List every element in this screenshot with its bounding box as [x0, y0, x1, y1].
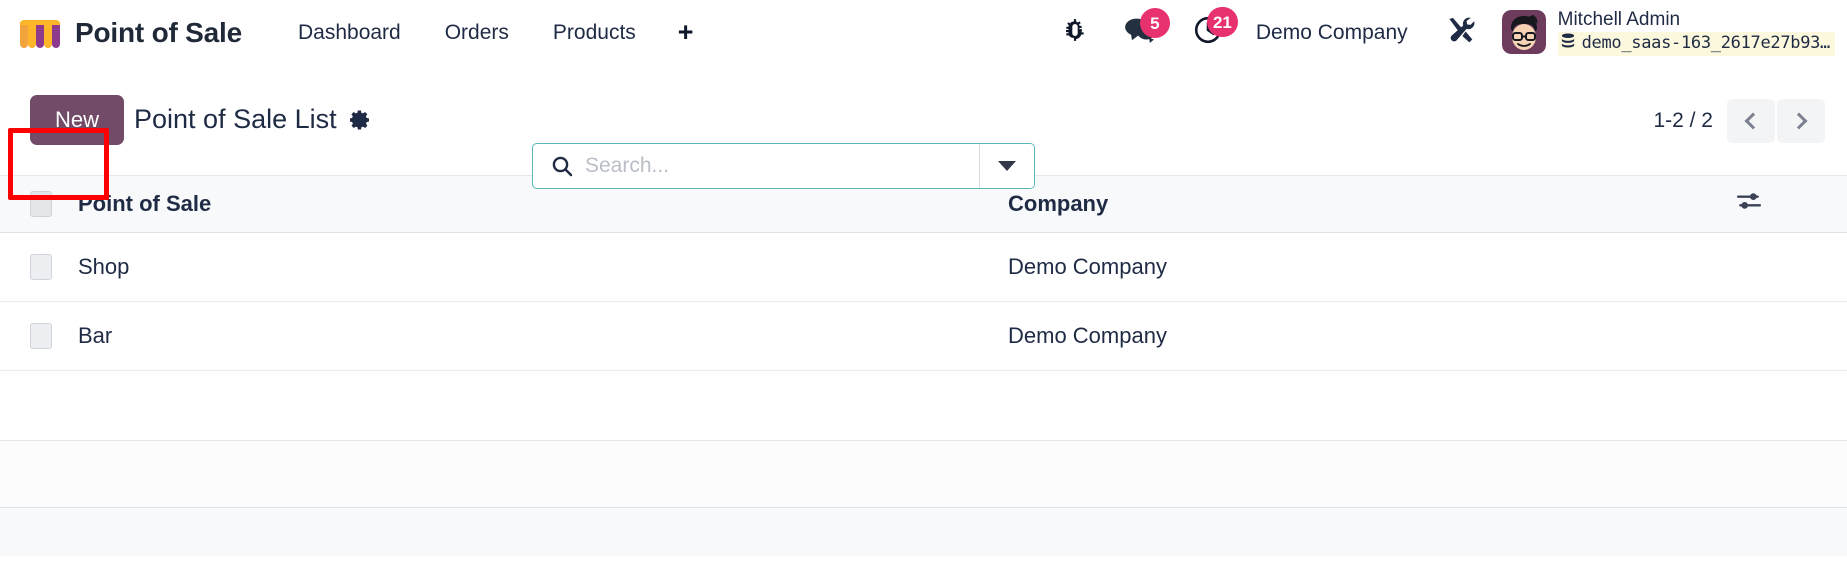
list-bottom-area [0, 507, 1847, 556]
control-panel-left: New Point of Sale List [30, 95, 371, 145]
search-bar[interactable] [532, 143, 1035, 189]
new-record-button[interactable]: New [30, 95, 125, 145]
select-all-cell [0, 176, 66, 233]
pager-count: 1-2 / 2 [1653, 108, 1713, 132]
nav-item-products[interactable]: Products [531, 13, 658, 53]
control-panel: New Point of Sale List 1-2 / 2 [0, 65, 1847, 200]
row-end-cell [1736, 301, 1847, 371]
pager: 1-2 / 2 [1653, 65, 1825, 176]
systray: 5 21 Demo Company Mitchell Admin demo_sa… [1044, 7, 1835, 56]
cell-value-company: Demo Company [1008, 322, 1167, 348]
row-select-cell [0, 301, 66, 371]
table-row[interactable]: Shop Demo Company [0, 232, 1847, 302]
breadcrumb-title: Point of Sale List [134, 104, 337, 135]
list-footer-area [0, 440, 1847, 508]
nav-item-dashboard[interactable]: Dashboard [276, 13, 423, 53]
database-indicator: demo_saas-163_2617e27b93… [1557, 31, 1835, 56]
sliders-icon[interactable] [1736, 188, 1762, 214]
chevron-right-icon [1790, 112, 1808, 129]
cell-point-of-sale: Bar [66, 301, 996, 371]
main-menu: Dashboard Orders Products + [276, 13, 714, 53]
brand-name: Point of Sale [75, 16, 242, 48]
top-navbar: Point of Sale Dashboard Orders Products … [0, 0, 1847, 65]
company-switcher[interactable]: Demo Company [1242, 21, 1430, 45]
column-label-point-of-sale: Point of Sale [78, 190, 212, 216]
pos-awning-logo-icon [18, 14, 62, 52]
pager-next-button[interactable] [1777, 98, 1825, 143]
row-checkbox[interactable] [30, 322, 52, 349]
cell-value-name: Bar [78, 322, 113, 348]
cell-value-company: Demo Company [1008, 253, 1167, 279]
table-row[interactable]: Bar Demo Company [0, 301, 1847, 371]
optional-columns-cell [1736, 176, 1847, 233]
activity-counter-badge: 21 [1206, 7, 1238, 37]
nav-item-orders[interactable]: Orders [423, 13, 531, 53]
activity-menu-button[interactable]: 21 [1174, 7, 1242, 56]
database-name: demo_saas-163_2617e27b93… [1581, 33, 1831, 54]
select-all-checkbox[interactable] [30, 190, 52, 217]
gear-icon[interactable] [349, 109, 371, 131]
cell-value-name: Shop [78, 253, 130, 279]
user-menu-button[interactable]: Mitchell Admin demo_saas-163_2617e27b93… [1492, 9, 1835, 56]
messaging-counter-badge: 5 [1139, 8, 1170, 38]
row-select-cell [0, 232, 66, 302]
brand-home-link[interactable]: Point of Sale [18, 14, 242, 52]
column-header-company[interactable]: Company [996, 176, 1736, 233]
tools-icon [1446, 17, 1476, 49]
cell-company: Demo Company [996, 301, 1736, 371]
add-menu-plus-icon[interactable]: + [658, 15, 714, 50]
search-dropdown-toggle[interactable] [979, 144, 1034, 188]
user-info: Mitchell Admin demo_saas-163_2617e27b93… [1557, 9, 1835, 56]
pager-previous-button[interactable] [1727, 98, 1775, 143]
column-label-company: Company [1008, 190, 1109, 216]
pager-buttons [1727, 98, 1825, 143]
user-name: Mitchell Admin [1557, 9, 1681, 31]
chevron-down-icon [998, 161, 1016, 171]
point-of-sale-list-table: Point of Sale Company Shop Demo Company … [0, 176, 1847, 371]
cell-company: Demo Company [996, 232, 1736, 302]
chevron-left-icon [1744, 112, 1762, 129]
search-icon [533, 155, 585, 177]
messaging-menu-button[interactable]: 5 [1106, 8, 1174, 55]
developer-tools-button[interactable] [1430, 9, 1492, 56]
list-body: Shop Demo Company Bar Demo Company [0, 232, 1847, 371]
search-input[interactable] [585, 144, 979, 188]
database-icon [1561, 33, 1575, 54]
list-empty-area [0, 370, 1847, 441]
row-checkbox[interactable] [30, 253, 52, 280]
debug-menu-button[interactable] [1044, 11, 1106, 54]
user-avatar [1501, 10, 1546, 55]
row-end-cell [1736, 232, 1847, 302]
bug-icon [1062, 17, 1088, 48]
cell-point-of-sale: Shop [66, 232, 996, 302]
